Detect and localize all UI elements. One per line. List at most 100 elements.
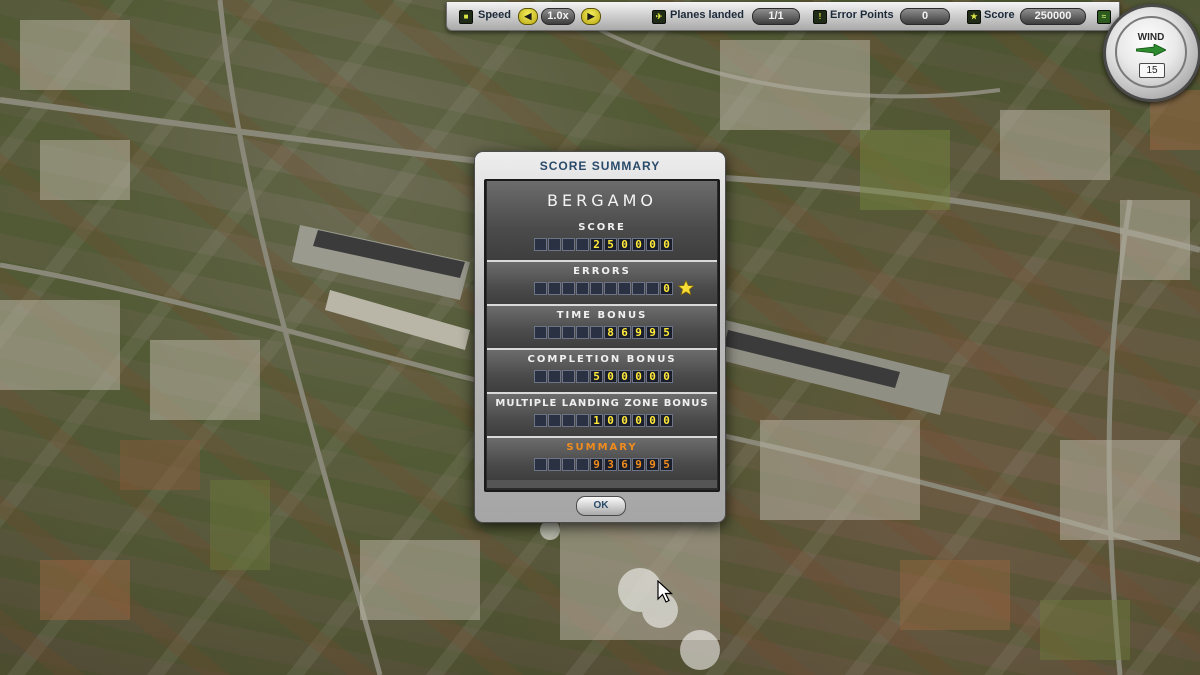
score-value: 250000: [1020, 8, 1086, 25]
error-points-value: 0: [900, 8, 950, 25]
road: [217, 0, 383, 675]
digit-cell: 0: [618, 238, 631, 251]
summary-digits: 936995: [534, 458, 674, 472]
digit-cell: [562, 238, 575, 251]
digit-cell: [576, 370, 589, 383]
digit-cell: [548, 238, 561, 251]
completion-bonus-section: COMPLETION BONUS 500000: [487, 350, 717, 394]
digit-cell: [534, 326, 547, 339]
cursor-icon: [657, 580, 673, 603]
digit-cell: [576, 282, 589, 295]
digit-cell: 5: [604, 238, 617, 251]
digit-cell: [548, 282, 561, 295]
score-digits: 250000: [534, 238, 674, 252]
digit-cell: 0: [646, 414, 659, 427]
digit-cell: 0: [660, 370, 673, 383]
sound-icon[interactable]: ≈: [1097, 10, 1111, 24]
landing-zone-bonus-section: MULTIPLE LANDING ZONE BONUS 100000: [487, 394, 717, 438]
digit-cell: [562, 282, 575, 295]
digit-cell: [576, 458, 589, 471]
planes-landed-value: 1/1: [752, 8, 800, 25]
hud-bar: ■ Speed ◀ 1.0x ▶ ✈ Planes landed 1/1 ! E…: [446, 2, 1120, 31]
digit-cell: [590, 326, 603, 339]
speed-value: 1.0x: [541, 8, 575, 25]
digit-cell: 5: [590, 370, 603, 383]
digit-cell: 6: [618, 458, 631, 471]
landing-zone-bonus-label: MULTIPLE LANDING ZONE BONUS: [495, 398, 709, 409]
digit-cell: 9: [590, 458, 603, 471]
speed-increase-button[interactable]: ▶: [581, 8, 601, 25]
wind-arrow-icon: [1136, 44, 1166, 56]
digit-cell: [548, 458, 561, 471]
panel-footer: [487, 480, 717, 488]
digit-cell: [548, 370, 561, 383]
score-panel: BERGAMO SCORE 250000 ERRORS 0 TIME BONUS…: [484, 179, 720, 492]
digit-cell: [534, 414, 547, 427]
digit-cell: 2: [590, 238, 603, 251]
digit-cell: [548, 414, 561, 427]
digit-cell: 0: [618, 370, 631, 383]
score-section: BERGAMO SCORE 250000: [487, 181, 717, 262]
score-icon: ★: [967, 10, 981, 24]
summary-label: SUMMARY: [566, 442, 638, 453]
digit-cell: [562, 370, 575, 383]
star-icon: [678, 280, 694, 296]
digit-cell: 6: [618, 326, 631, 339]
score-summary-dialog: SCORE SUMMARY BERGAMO SCORE 250000 ERROR…: [474, 151, 726, 523]
plane-icon: ✈: [652, 10, 666, 24]
errors-digits: 0: [534, 282, 674, 296]
wind-dial: WIND 15: [1115, 16, 1187, 88]
digit-cell: [562, 458, 575, 471]
digit-cell: 0: [618, 414, 631, 427]
city-name: BERGAMO: [547, 191, 657, 210]
completion-bonus-label: COMPLETION BONUS: [527, 354, 677, 365]
digit-cell: 9: [646, 326, 659, 339]
wind-label: WIND: [1137, 32, 1165, 43]
errors-section: ERRORS 0: [487, 262, 717, 306]
digit-cell: 9: [632, 326, 645, 339]
speed-label: Speed: [478, 9, 512, 21]
summary-section: SUMMARY 936995: [487, 438, 717, 482]
wind-gauge: WIND 15: [1103, 4, 1200, 102]
digit-cell: 0: [632, 414, 645, 427]
digit-cell: 9: [646, 458, 659, 471]
digit-cell: [604, 282, 617, 295]
digit-cell: 5: [660, 326, 673, 339]
runway-right: [720, 320, 950, 415]
digit-cell: 0: [660, 414, 673, 427]
dialog-title: SCORE SUMMARY: [539, 159, 661, 173]
digit-cell: [562, 414, 575, 427]
wind-speed-value: 15: [1139, 63, 1165, 78]
landing-zone-bonus-digits: 100000: [534, 414, 674, 428]
error-points-label: Error Points: [830, 9, 894, 21]
time-bonus-label: TIME BONUS: [556, 310, 648, 321]
digit-cell: [646, 282, 659, 295]
digit-cell: [632, 282, 645, 295]
planes-landed-label: Planes landed: [670, 9, 744, 21]
digit-cell: 8: [604, 326, 617, 339]
digit-cell: 0: [632, 370, 645, 383]
digit-cell: [576, 414, 589, 427]
digit-cell: 3: [604, 458, 617, 471]
score-label: Score: [984, 9, 1015, 21]
digit-cell: [618, 282, 631, 295]
digit-cell: 0: [646, 238, 659, 251]
ok-button[interactable]: OK: [576, 496, 626, 516]
digit-cell: [590, 282, 603, 295]
digit-cell: 0: [604, 370, 617, 383]
digit-cell: [562, 326, 575, 339]
digit-cell: 0: [604, 414, 617, 427]
digit-cell: 9: [632, 458, 645, 471]
digit-cell: 0: [646, 370, 659, 383]
digit-cell: [534, 458, 547, 471]
digit-cell: [534, 282, 547, 295]
digit-cell: [548, 326, 561, 339]
digit-cell: 0: [660, 238, 673, 251]
digit-cell: 5: [660, 458, 673, 471]
digit-cell: [534, 370, 547, 383]
digit-cell: 0: [660, 282, 673, 295]
digit-cell: [534, 238, 547, 251]
completion-bonus-digits: 500000: [534, 370, 674, 384]
speed-decrease-button[interactable]: ◀: [518, 8, 538, 25]
time-bonus-digits: 86995: [534, 326, 674, 340]
